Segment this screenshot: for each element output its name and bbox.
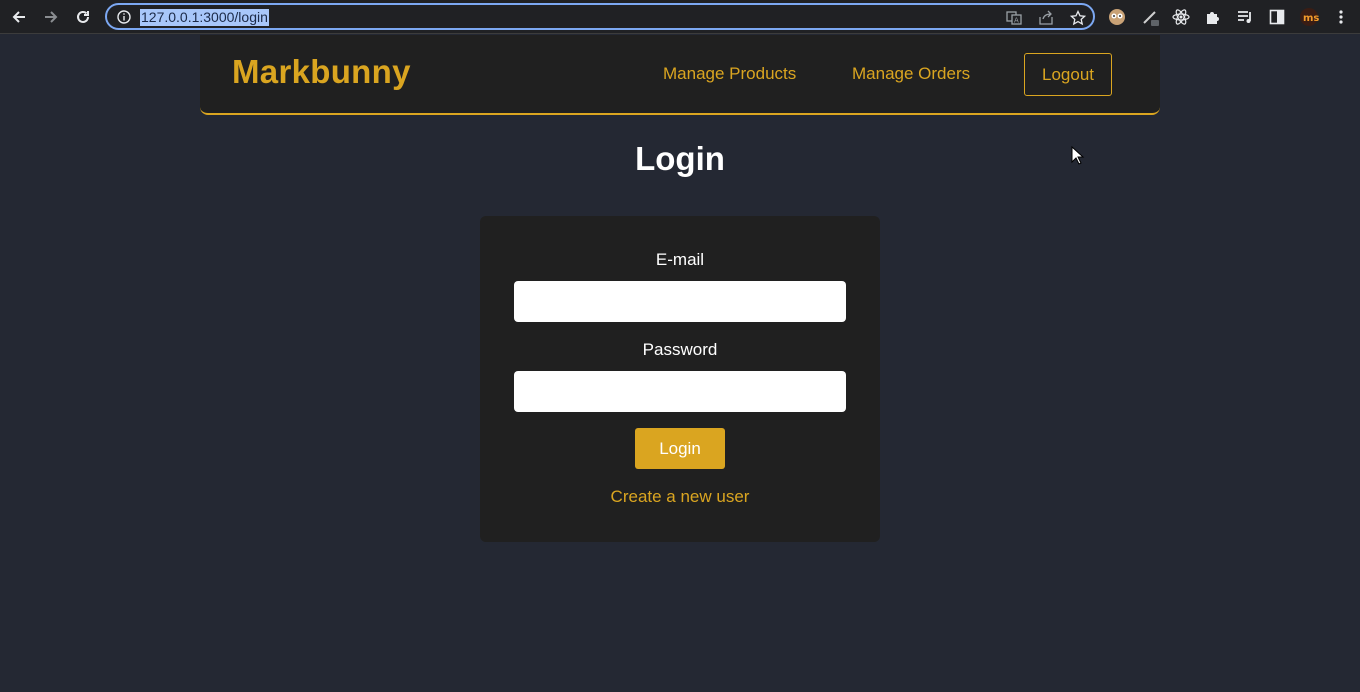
address-bar[interactable]: 127.0.0.1:3000/login A [105, 3, 1095, 30]
svg-text:A: A [1014, 17, 1019, 25]
back-arrow-icon[interactable] [7, 5, 31, 29]
login-button[interactable]: Login [635, 428, 725, 469]
email-field[interactable] [514, 281, 846, 322]
extension-ms-icon[interactable]: ms [1298, 6, 1320, 28]
translate-icon[interactable]: A [1004, 8, 1024, 28]
app-header: Markbunny Manage Products Manage Orders … [200, 35, 1160, 115]
url-text[interactable]: 127.0.0.1:3000/login [140, 9, 269, 26]
svg-text:ms: ms [1303, 13, 1319, 24]
create-user-link[interactable]: Create a new user [480, 487, 880, 507]
react-icon[interactable] [1170, 6, 1192, 28]
page-title: Login [635, 140, 725, 177]
share-icon[interactable] [1036, 8, 1056, 28]
sidepanel-icon[interactable] [1266, 6, 1288, 28]
nav-manage-orders[interactable]: Manage Orders [852, 64, 970, 84]
email-label: E-mail [655, 250, 705, 269]
info-icon[interactable] [115, 8, 133, 26]
puzzle-icon[interactable] [1202, 6, 1224, 28]
reload-icon[interactable] [71, 5, 95, 29]
browser-toolbar: 127.0.0.1:3000/login A ms [0, 0, 1360, 34]
nav-manage-products[interactable]: Manage Products [663, 64, 796, 84]
playlist-icon[interactable] [1234, 6, 1256, 28]
kebab-menu-icon[interactable] [1330, 6, 1352, 28]
password-field[interactable] [514, 371, 846, 412]
extension-owl-icon[interactable] [1106, 6, 1128, 28]
mouse-cursor-icon [1071, 145, 1085, 171]
password-label: Password [642, 340, 718, 359]
brand-logo[interactable]: Markbunny [232, 53, 411, 91]
star-icon[interactable] [1068, 8, 1088, 28]
extension-pen-icon[interactable] [1139, 6, 1161, 28]
logout-button[interactable]: Logout [1024, 53, 1112, 96]
login-form: E-mail Password Login Create a new user [480, 216, 880, 542]
forward-arrow-icon[interactable] [39, 5, 63, 29]
